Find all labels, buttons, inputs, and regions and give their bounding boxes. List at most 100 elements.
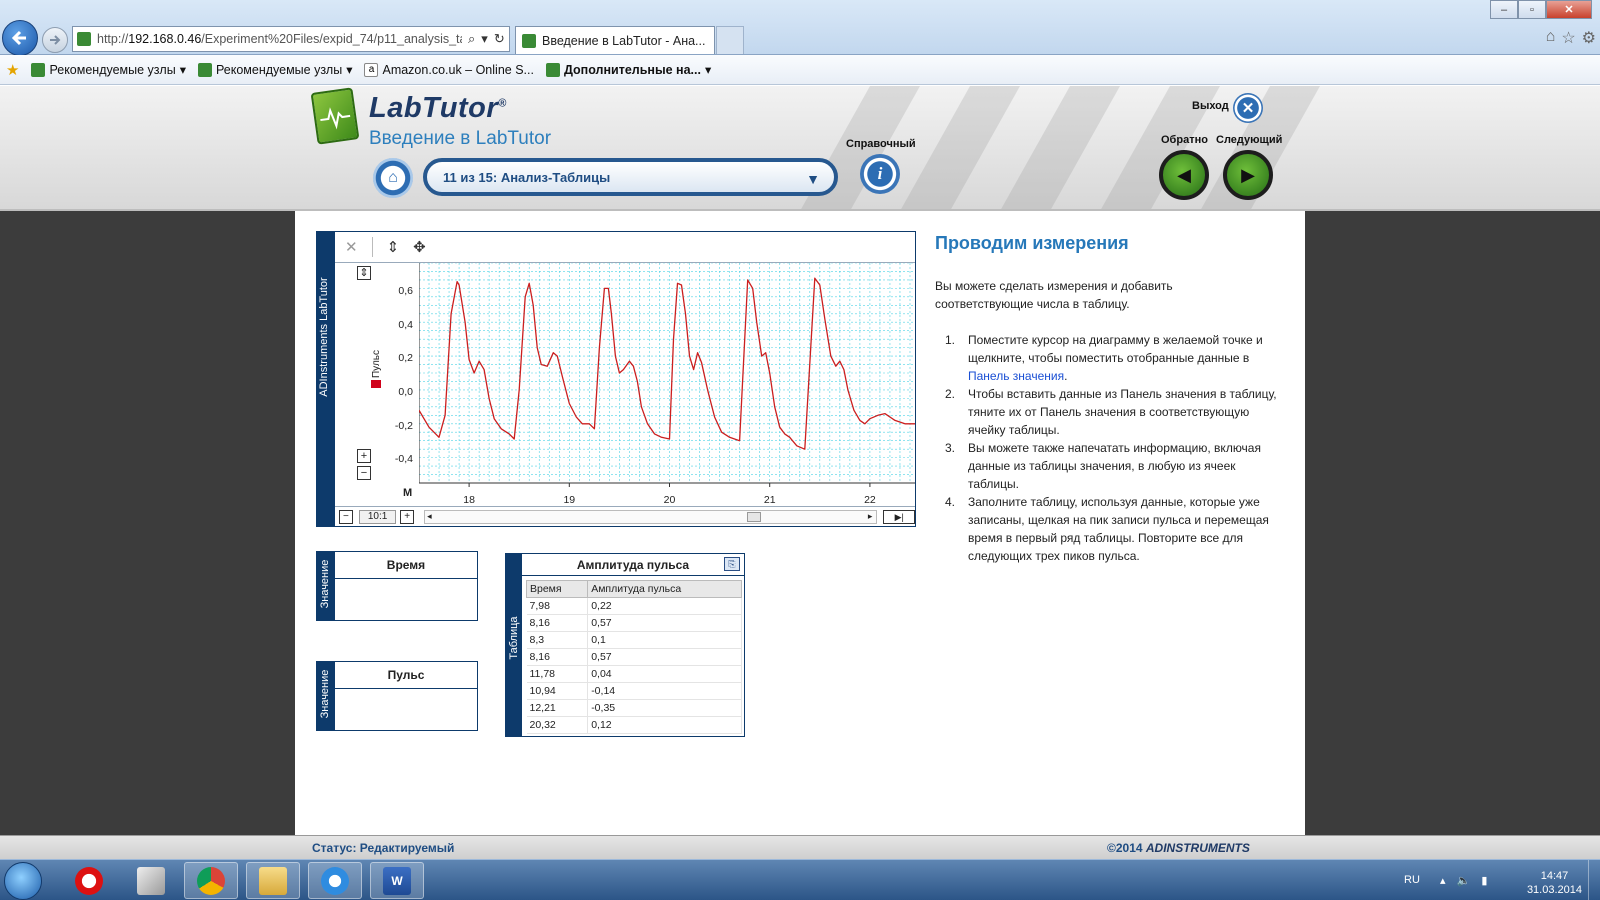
address-bar[interactable]: http://192.168.0.46/Experiment%20Files/e… <box>72 26 510 52</box>
autoscale-icon[interactable]: ⇕ <box>387 238 400 256</box>
y-zoom-out-button[interactable]: − <box>357 466 371 480</box>
clock[interactable]: 14:47 31.03.2014 <box>1527 869 1582 897</box>
favorite-item-suggested-sites-1[interactable]: Рекомендуемые узлы ▾ <box>31 62 186 77</box>
horizontal-scrollbar[interactable]: ◂ ▸ <box>424 509 878 524</box>
dropdown-arrow-icon[interactable]: ▾ <box>481 31 488 47</box>
tab-close-icon[interactable]: ✕ <box>713 34 714 48</box>
table-row[interactable]: 7,98 0,22 <box>526 597 742 615</box>
start-button[interactable] <box>4 862 42 900</box>
time-value-panel[interactable]: Значение Время <box>316 551 478 621</box>
cell-amplitude[interactable]: 0,57 <box>587 648 742 666</box>
table-row[interactable]: 12,21 -0,35 <box>526 699 742 717</box>
x-tick-marks <box>468 483 871 487</box>
copy-table-icon[interactable]: ⎘ <box>724 557 740 571</box>
cell-amplitude[interactable]: -0,14 <box>587 682 742 700</box>
taskbar-chrome[interactable] <box>184 862 238 899</box>
y-zoom-in-button[interactable]: + <box>357 449 371 463</box>
cell-time[interactable]: 20,32 <box>526 716 589 734</box>
tray-icons[interactable]: ▴ 🔈 ▮ <box>1440 874 1491 887</box>
cell-amplitude[interactable]: 0,22 <box>587 597 742 615</box>
page-selector-dropdown[interactable]: 11 из 15: Анализ-Таблицы ▼ <box>423 158 838 196</box>
taskbar-word[interactable]: W <box>370 862 424 899</box>
language-indicator[interactable]: RU <box>1404 874 1420 886</box>
table-row[interactable]: 10,94 -0,14 <box>526 682 742 700</box>
status-text: Статус: Редактируемый <box>312 841 455 855</box>
cell-time[interactable]: 12,21 <box>526 699 589 717</box>
x-zoom-in-button[interactable]: + <box>400 509 415 524</box>
home-icon[interactable]: ⌂ <box>1546 28 1556 48</box>
instructions-title: Проводим измерения <box>935 233 1129 253</box>
dropdown-arrow-icon[interactable]: ▾ <box>180 62 186 77</box>
table-row[interactable]: 8,16 0,57 <box>526 614 742 632</box>
table-row[interactable]: 8,3 0,1 <box>526 631 742 649</box>
cell-amplitude[interactable]: 0,12 <box>587 716 742 734</box>
y-tick-label: -0,4 <box>394 453 413 465</box>
taskbar-explorer[interactable] <box>246 862 300 899</box>
minimize-button[interactable]: – <box>1490 0 1518 19</box>
x-zoom-out-button[interactable]: − <box>339 509 353 524</box>
cell-time[interactable]: 11,78 <box>526 665 589 683</box>
pulse-value-panel[interactable]: Значение Пульс <box>316 661 478 731</box>
back-button[interactable] <box>2 20 38 56</box>
cell-amplitude[interactable]: 0,57 <box>587 614 742 632</box>
favorite-item-suggested-sites-2[interactable]: Рекомендуемые узлы ▾ <box>197 62 352 77</box>
pulse-chart[interactable] <box>419 263 915 506</box>
taskbar-opera[interactable] <box>62 862 116 899</box>
column-header-time[interactable]: Время <box>525 580 589 598</box>
adinstruments-logo: ADINSTRUMENTS <box>1145 841 1250 855</box>
close-window-button[interactable]: ✕ <box>1546 0 1592 19</box>
scrollbar-thumb[interactable] <box>747 511 762 522</box>
dropdown-arrow-icon[interactable]: ▾ <box>346 62 352 77</box>
table-row[interactable]: 11,78 0,04 <box>526 665 742 683</box>
favorite-item-addons[interactable]: Дополнительные на... ▾ <box>545 62 711 77</box>
pan-move-icon[interactable]: ✥ <box>413 238 426 256</box>
chevron-down-icon: ▼ <box>806 171 820 187</box>
scroll-to-end-button[interactable]: ▶| <box>883 509 915 524</box>
home-button[interactable]: ⌂ <box>373 158 413 198</box>
column-header-amplitude[interactable]: Амплитуда пульса <box>587 580 742 598</box>
ie-page-icon <box>31 62 46 77</box>
add-favorites-star-icon[interactable]: ★ <box>6 61 19 79</box>
chart-side-label: ADInstruments LabTutor <box>318 277 330 397</box>
reference-info-button[interactable]: i <box>860 154 900 194</box>
zoom-ratio[interactable]: 10:1 <box>358 509 397 524</box>
next-page-button[interactable]: ▶ <box>1223 150 1273 200</box>
cell-time[interactable]: 10,94 <box>526 682 589 700</box>
settings-gear-icon[interactable]: ⚙ <box>1582 28 1596 48</box>
favorite-item-amazon[interactable]: a Amazon.co.uk – Online S... <box>364 62 534 77</box>
marker-icon[interactable]: M <box>403 487 412 499</box>
table-row[interactable]: 20,32 0,12 <box>526 716 742 734</box>
forward-button[interactable] <box>42 27 68 53</box>
favorites-star-icon[interactable]: ☆ <box>1561 28 1575 48</box>
show-desktop-button[interactable] <box>1588 860 1600 900</box>
cell-amplitude[interactable]: 0,04 <box>587 665 742 683</box>
cell-time[interactable]: 8,16 <box>526 648 589 666</box>
clear-selection-icon[interactable]: ✕ <box>345 238 358 256</box>
cell-time[interactable]: 8,3 <box>526 631 589 649</box>
cell-amplitude[interactable]: 0,1 <box>587 631 742 649</box>
cell-amplitude[interactable]: -0,35 <box>587 699 742 717</box>
value-panel-link[interactable]: Панель значения <box>968 369 1064 383</box>
exit-button[interactable]: ✕ <box>1233 93 1263 123</box>
browser-tab[interactable]: Введение в LabTutor - Ана... ✕ <box>515 26 715 54</box>
ie-page-icon <box>197 62 212 77</box>
scroll-right-icon[interactable]: ▸ <box>868 511 873 522</box>
page-favicon-icon <box>77 32 91 46</box>
maximize-button[interactable]: ▫ <box>1518 0 1546 19</box>
cell-time[interactable]: 8,16 <box>526 614 589 632</box>
search-icon[interactable]: ⌕ <box>468 31 475 47</box>
new-tab-button[interactable] <box>716 26 744 54</box>
ie-page-icon <box>545 62 560 77</box>
refresh-icon[interactable]: ↻ <box>494 31 505 47</box>
amplitude-table[interactable]: Время Амплитуда пульса 7,98 0,22 8,16 0,57 8… <box>525 580 742 734</box>
scroll-left-icon[interactable]: ◂ <box>427 511 432 522</box>
previous-page-button[interactable]: ◀ <box>1159 150 1209 200</box>
table-row[interactable]: 8,16 0,57 <box>526 648 742 666</box>
cell-time[interactable]: 7,98 <box>526 597 589 615</box>
taskbar-app-tools[interactable] <box>124 862 178 899</box>
dropdown-arrow-icon[interactable]: ▾ <box>705 62 711 77</box>
y-autoscale-icon[interactable]: ⇕ <box>357 266 371 280</box>
chart-bottom-controls: − 10:1 + ◂ ▸ ▶| <box>335 506 915 526</box>
table-side-label: Таблица <box>508 616 520 660</box>
taskbar-ie[interactable] <box>308 862 362 899</box>
